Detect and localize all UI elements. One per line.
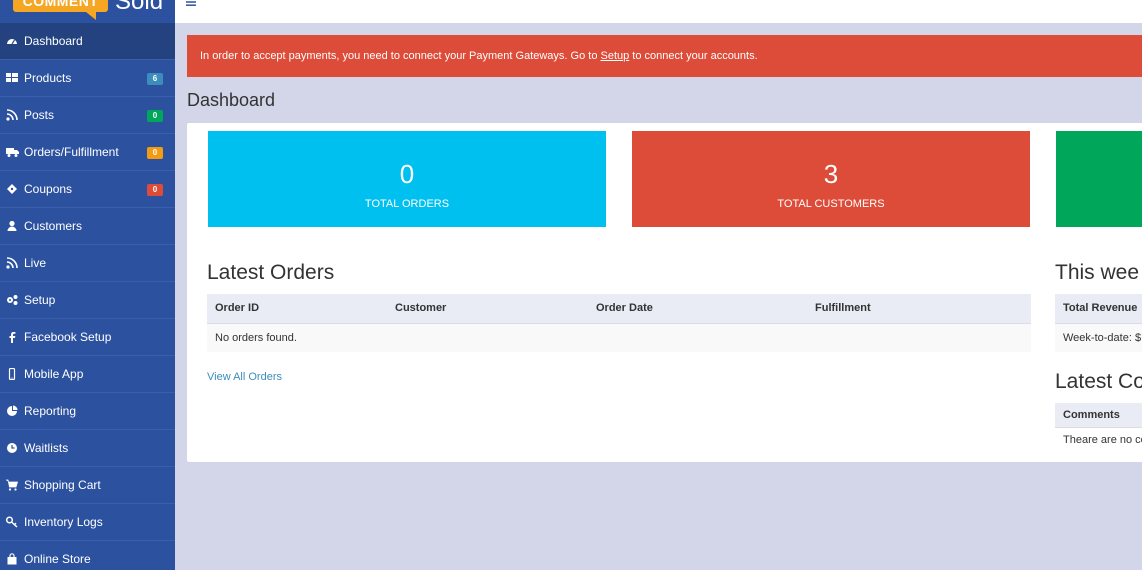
column-header: Total Revenue — [1055, 294, 1142, 324]
sidebar-item-dashboard[interactable]: Dashboard — [0, 23, 175, 60]
sidebar-item-label: Dashboard — [24, 34, 83, 48]
brand-badge-tail — [86, 12, 96, 20]
sidebar-item-live[interactable]: Live — [0, 245, 175, 282]
count-badge: 6 — [147, 73, 163, 85]
sidebar-item-label: Facebook Setup — [24, 330, 112, 344]
latest-comments-title: Latest Co — [1055, 370, 1142, 393]
this-week-title: This wee — [1055, 261, 1140, 284]
pie-chart-icon — [5, 404, 19, 418]
table-header-row: Comments — [1055, 403, 1142, 428]
sidebar-item-label: Orders/Fulfillment — [24, 145, 119, 159]
user-icon — [5, 219, 19, 233]
column-header: Order ID — [207, 294, 387, 324]
brand-badge: COMMENT — [13, 0, 108, 12]
sidebar-item-label: Posts — [24, 108, 55, 122]
stat-label: TOTAL ORDERS — [364, 198, 450, 210]
sidebar-item-label: Mobile App — [24, 367, 84, 381]
table-row: Week-to-date: $ — [1055, 323, 1142, 352]
clock-icon — [5, 441, 19, 455]
alert-text-after: to connect your accounts. — [629, 50, 758, 62]
stat-label: TOTAL CUSTOMERS — [777, 198, 885, 210]
brand-logo[interactable]: COMMENT Sold — [0, 0, 175, 23]
sidebar-item-label: Customers — [24, 219, 83, 233]
sidebar-item-label: Setup — [24, 293, 56, 307]
view-all-orders-link[interactable]: View All Orders — [207, 371, 282, 383]
ticket-icon — [5, 182, 19, 196]
grid-icon — [5, 71, 19, 85]
gears-icon — [5, 293, 19, 307]
rss-icon — [5, 108, 19, 122]
count-badge: 0 — [147, 184, 163, 196]
sidebar-item-waitlists[interactable]: Waitlists — [0, 430, 175, 467]
sidebar-item-facebook-setup[interactable]: Facebook Setup — [0, 319, 175, 356]
sidebar-item-label: Waitlists — [24, 441, 69, 455]
count-badge: 0 — [147, 147, 163, 159]
sidebar-item-label: Products — [24, 71, 72, 85]
cart-icon — [5, 478, 19, 492]
sidebar-item-reporting[interactable]: Reporting — [0, 393, 175, 430]
sidebar-item-mobile-app[interactable]: Mobile App — [0, 356, 175, 393]
comments-table: Comments Theare are no co — [1055, 403, 1142, 452]
sidebar-item-orders-fulfillment[interactable]: Orders/Fulfillment 0 — [0, 134, 175, 171]
mobile-icon — [5, 367, 19, 381]
alert-setup-link[interactable]: Setup — [601, 50, 630, 62]
sidebar-item-online-store[interactable]: Online Store — [0, 541, 175, 570]
sidebar-item-label: Inventory Logs — [24, 515, 103, 529]
count-badge: 0 — [147, 110, 163, 122]
hamburger-menu-icon[interactable] — [186, 0, 198, 9]
dashboard-icon — [5, 34, 19, 48]
column-header: Comments — [1055, 403, 1142, 428]
sidebar-item-products[interactable]: Products 6 — [0, 60, 175, 97]
rss-icon — [5, 256, 19, 270]
sidebar-item-label: Shopping Cart — [24, 478, 101, 492]
stat-third — [1056, 131, 1142, 227]
key-icon — [5, 515, 19, 529]
latest-orders-table: Order ID Customer Order Date Fulfillment… — [207, 294, 1031, 352]
sidebar-item-setup[interactable]: Setup — [0, 282, 175, 319]
sidebar-nav: Dashboard Products 6 Posts 0 Orders/Fulfillme… — [0, 23, 175, 570]
table-header-row: Order ID Customer Order Date Fulfillment — [207, 294, 1031, 324]
table-row: No orders found. — [207, 323, 1031, 352]
column-header: Order Date — [588, 294, 807, 324]
table-header-row: Total Revenue — [1055, 294, 1142, 324]
topbar — [175, 0, 1142, 23]
revenue-table: Total Revenue Week-to-date: $ — [1055, 294, 1142, 352]
stat-total-orders: 0 TOTAL ORDERS — [208, 131, 606, 227]
sidebar-item-inventory-logs[interactable]: Inventory Logs — [0, 504, 175, 541]
sidebar-item-label: Reporting — [24, 404, 77, 418]
stat-value: 0 — [399, 159, 415, 189]
brand-word: Sold — [115, 0, 164, 15]
revenue-value: Week-to-date: $ — [1055, 323, 1142, 352]
latest-orders-title: Latest Orders — [207, 261, 335, 284]
dashboard-content: 0 TOTAL ORDERS 3 TOTAL CUSTOMERS Latest … — [187, 123, 1142, 462]
sidebar-item-label: Coupons — [24, 182, 73, 196]
alert-text-before: In order to accept payments, you need to… — [200, 50, 601, 62]
sidebar-item-coupons[interactable]: Coupons 0 — [0, 171, 175, 208]
column-header: Fulfillment — [807, 294, 1031, 324]
sidebar-item-posts[interactable]: Posts 0 — [0, 97, 175, 134]
bag-icon — [5, 552, 19, 566]
facebook-icon — [5, 330, 19, 344]
page-title: Dashboard — [187, 90, 276, 110]
stat-value: 3 — [823, 159, 839, 189]
truck-icon — [5, 145, 19, 159]
sidebar-item-label: Live — [24, 256, 47, 270]
column-header: Customer — [387, 294, 588, 324]
sidebar-item-shopping-cart[interactable]: Shopping Cart — [0, 467, 175, 504]
stat-total-customers: 3 TOTAL CUSTOMERS — [632, 131, 1030, 227]
table-row: Theare are no co — [1055, 427, 1142, 452]
empty-message: No orders found. — [207, 323, 1031, 352]
sidebar-item-label: Online Store — [24, 552, 91, 566]
payment-gateway-alert: In order to accept payments, you need to… — [187, 35, 1142, 77]
sidebar-item-customers[interactable]: Customers — [0, 208, 175, 245]
sidebar: COMMENT Sold Dashboard Products 6 Posts 0 Ord… — [0, 0, 175, 570]
empty-message: Theare are no co — [1063, 433, 1142, 446]
